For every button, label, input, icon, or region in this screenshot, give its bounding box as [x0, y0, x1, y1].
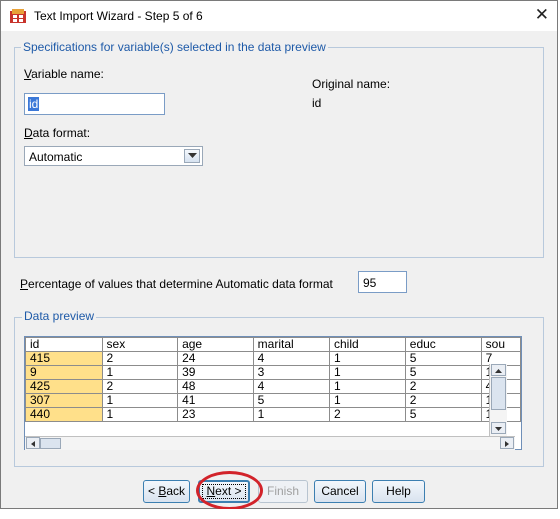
- back-button-prefix: <: [147, 484, 159, 498]
- table-cell: 1: [101, 407, 179, 422]
- next-button-label: ext >: [215, 484, 242, 498]
- horizontal-scrollbar[interactable]: [25, 436, 515, 450]
- table-cell: 1: [101, 365, 179, 380]
- column-header[interactable]: age: [177, 337, 254, 352]
- next-button-focus: Next >: [202, 484, 246, 499]
- table-cell: 307: [25, 393, 103, 408]
- cancel-button[interactable]: Cancel: [314, 480, 366, 503]
- next-button[interactable]: Next >: [198, 480, 250, 503]
- table-cell: 41: [177, 393, 254, 408]
- table-cell: 5: [404, 351, 482, 366]
- table-row: 9 1 39 3 1 5 1: [25, 365, 521, 380]
- table-cell: 2: [101, 379, 179, 394]
- data-preview-grid[interactable]: id sex age marital child educ sou 415 2 …: [24, 336, 522, 450]
- title-bar: Text Import Wizard - Step 5 of 6 ✕: [1, 1, 557, 31]
- table-cell: 1: [328, 393, 406, 408]
- percentage-label-mnemonic: P: [20, 277, 29, 291]
- table-cell: 2: [328, 407, 406, 422]
- column-header[interactable]: sex: [101, 337, 179, 352]
- table-cell: 3: [252, 365, 330, 380]
- back-button[interactable]: < Back: [143, 480, 190, 503]
- data-preview-table: id sex age marital child educ sou 415 2 …: [25, 337, 521, 422]
- vertical-scroll-thumb[interactable]: [491, 377, 506, 410]
- horizontal-scroll-thumb[interactable]: [40, 438, 61, 449]
- variable-name-label-text: ariable name:: [31, 67, 104, 81]
- table-cell: 4: [252, 379, 330, 394]
- background-strip: [0, 509, 560, 519]
- table-row: 415 2 24 4 1 5 7: [25, 351, 521, 366]
- table-row: 307 1 41 5 1 2 1: [25, 393, 521, 408]
- original-name-label: Original name:: [312, 77, 391, 91]
- spss-app-icon: [10, 9, 26, 23]
- column-header[interactable]: educ: [404, 337, 482, 352]
- scroll-up-icon[interactable]: [491, 364, 506, 376]
- table-cell: 39: [177, 365, 254, 380]
- table-cell: 9: [25, 365, 103, 380]
- scroll-right-icon[interactable]: [500, 437, 514, 449]
- chevron-down-icon[interactable]: [184, 149, 200, 163]
- column-header[interactable]: child: [328, 337, 406, 352]
- specifications-group-label: Specifications for variable(s) selected …: [21, 40, 328, 54]
- table-cell: 415: [25, 351, 103, 366]
- variable-name-input[interactable]: id: [24, 93, 165, 115]
- table-cell: 1: [328, 379, 406, 394]
- table-cell: 5: [252, 393, 330, 408]
- table-cell: 48: [177, 379, 254, 394]
- column-header[interactable]: sou: [480, 337, 521, 352]
- table-header-row: id sex age marital child educ sou: [25, 337, 521, 352]
- scroll-left-icon[interactable]: [26, 437, 40, 449]
- finish-button[interactable]: Finish: [258, 480, 308, 503]
- close-icon[interactable]: ✕: [535, 5, 549, 25]
- data-preview-group-label: Data preview: [22, 309, 97, 323]
- table-row: 425 2 48 4 1 2 4: [25, 379, 521, 394]
- back-button-label: ack: [166, 484, 186, 498]
- table-cell: 425: [25, 379, 103, 394]
- table-cell: 2: [404, 393, 482, 408]
- table-cell: 1: [328, 365, 406, 380]
- table-cell: 1: [252, 407, 330, 422]
- data-format-select[interactable]: Automatic: [24, 146, 203, 166]
- table-cell: 5: [404, 365, 482, 380]
- percentage-label-text: ercentage of values that determine Autom…: [28, 277, 333, 291]
- table-cell: 23: [177, 407, 254, 422]
- table-cell: 440: [25, 407, 103, 422]
- column-header[interactable]: id: [25, 337, 103, 352]
- variable-name-value: id: [28, 97, 40, 111]
- scroll-down-icon[interactable]: [491, 422, 506, 434]
- percentage-input[interactable]: 95: [358, 271, 407, 293]
- table-cell: 1: [101, 393, 179, 408]
- table-cell: 1: [328, 351, 406, 366]
- table-cell: 24: [177, 351, 254, 366]
- data-format-value: Automatic: [29, 150, 83, 164]
- column-header[interactable]: marital: [252, 337, 330, 352]
- table-cell: 5: [404, 407, 482, 422]
- table-row: 440 1 23 1 2 5 1: [25, 407, 521, 422]
- table-cell: 2: [101, 351, 179, 366]
- data-format-label-text: ata format:: [32, 126, 91, 140]
- original-name-value: id: [312, 96, 322, 110]
- variable-name-label: Variable name:: [24, 67, 104, 81]
- percentage-label: Percentage of values that determine Auto…: [20, 277, 333, 291]
- help-button[interactable]: Help: [372, 480, 425, 503]
- table-cell: 2: [404, 379, 482, 394]
- data-format-label: Data format:: [24, 126, 90, 140]
- window-title: Text Import Wizard - Step 5 of 6: [34, 9, 203, 23]
- table-cell: 4: [252, 351, 330, 366]
- next-button-mnemonic: N: [206, 484, 216, 498]
- vertical-scrollbar[interactable]: [489, 364, 507, 436]
- data-format-label-mnemonic: D: [24, 126, 33, 140]
- percentage-value: 95: [363, 276, 377, 290]
